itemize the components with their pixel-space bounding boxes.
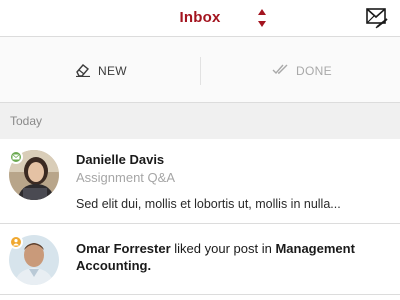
compose-button[interactable] xyxy=(364,5,390,31)
message-sender: Danielle Davis xyxy=(76,152,165,167)
double-check-icon xyxy=(272,64,288,75)
top-bar: Inbox xyxy=(0,0,400,37)
title-area: Inbox xyxy=(0,0,400,37)
person-badge-icon xyxy=(9,235,23,249)
new-button-label: NEW xyxy=(98,64,127,78)
done-button[interactable]: DONE xyxy=(200,37,400,103)
eraser-pen-icon xyxy=(76,64,90,77)
envelope-compose-icon xyxy=(366,8,388,29)
message-subject: Assignment Q&A xyxy=(76,170,175,185)
action-bar: NEW DONE xyxy=(0,37,400,103)
notification-text: Omar Forrester liked your post in Manage… xyxy=(76,240,386,274)
message-preview: Sed elit dui, mollis et lobortis ut, mol… xyxy=(76,197,341,211)
page-title[interactable]: Inbox xyxy=(180,9,221,26)
section-label: Today xyxy=(10,114,43,128)
message-row[interactable]: Danielle Davis Assignment Q&A Sed elit d… xyxy=(0,139,400,224)
mail-badge-icon xyxy=(9,150,23,164)
notification-row[interactable]: Omar Forrester liked your post in Manage… xyxy=(0,224,400,295)
done-button-label: DONE xyxy=(296,64,332,78)
sort-arrows-icon[interactable] xyxy=(256,7,268,29)
notification-action: liked your post in xyxy=(170,241,276,256)
new-button[interactable]: NEW xyxy=(0,37,200,103)
notification-actor: Omar Forrester xyxy=(76,241,171,256)
section-header: Today xyxy=(0,103,400,139)
